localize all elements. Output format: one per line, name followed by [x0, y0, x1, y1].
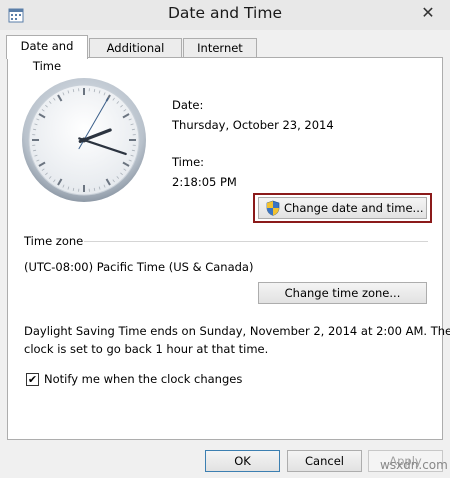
tab-additional-clocks[interactable]: Additional Clocks	[89, 38, 182, 73]
tab-panel: Date: Thursday, October 23, 2014 Time: 2…	[7, 57, 450, 440]
cancel-button[interactable]: Cancel	[287, 450, 362, 472]
change-time-zone-button[interactable]: Change time zone...	[258, 282, 427, 304]
date-label: Date:	[172, 98, 204, 112]
dst-info-line-2: clock is set to go back 1 hour at that t…	[24, 342, 269, 356]
time-zone-separator	[84, 241, 428, 242]
notify-checkbox[interactable]: ✔	[26, 373, 39, 386]
time-value: 2:18:05 PM	[172, 175, 237, 189]
date-value: Thursday, October 23, 2014	[172, 118, 334, 132]
dst-info-line-1: Daylight Saving Time ends on Sunday, Nov…	[24, 324, 450, 338]
time-zone-heading: Time zone	[24, 234, 84, 248]
time-zone-value: (UTC-08:00) Pacific Time (US & Canada)	[24, 260, 254, 274]
notify-label: Notify me when the clock changes	[44, 372, 243, 386]
tab-internet-time[interactable]: Internet Time	[183, 38, 257, 73]
ok-button[interactable]: OK	[205, 450, 280, 472]
uac-shield-icon	[266, 200, 280, 216]
change-date-time-button[interactable]: Change date and time...	[258, 197, 427, 219]
time-label: Time:	[172, 155, 205, 169]
analog-clock	[22, 78, 146, 202]
change-date-time-label: Change date and time...	[284, 201, 424, 215]
close-button[interactable]: ✕	[412, 2, 444, 24]
watermark: wsxdn.com	[380, 458, 448, 472]
window-title: Date and Time	[168, 4, 282, 22]
title-bar: Date and Time ✕	[0, 0, 450, 30]
tab-strip: Date and Time Additional Clocks Internet…	[0, 30, 450, 73]
tab-date-and-time[interactable]: Date and Time	[6, 35, 88, 73]
